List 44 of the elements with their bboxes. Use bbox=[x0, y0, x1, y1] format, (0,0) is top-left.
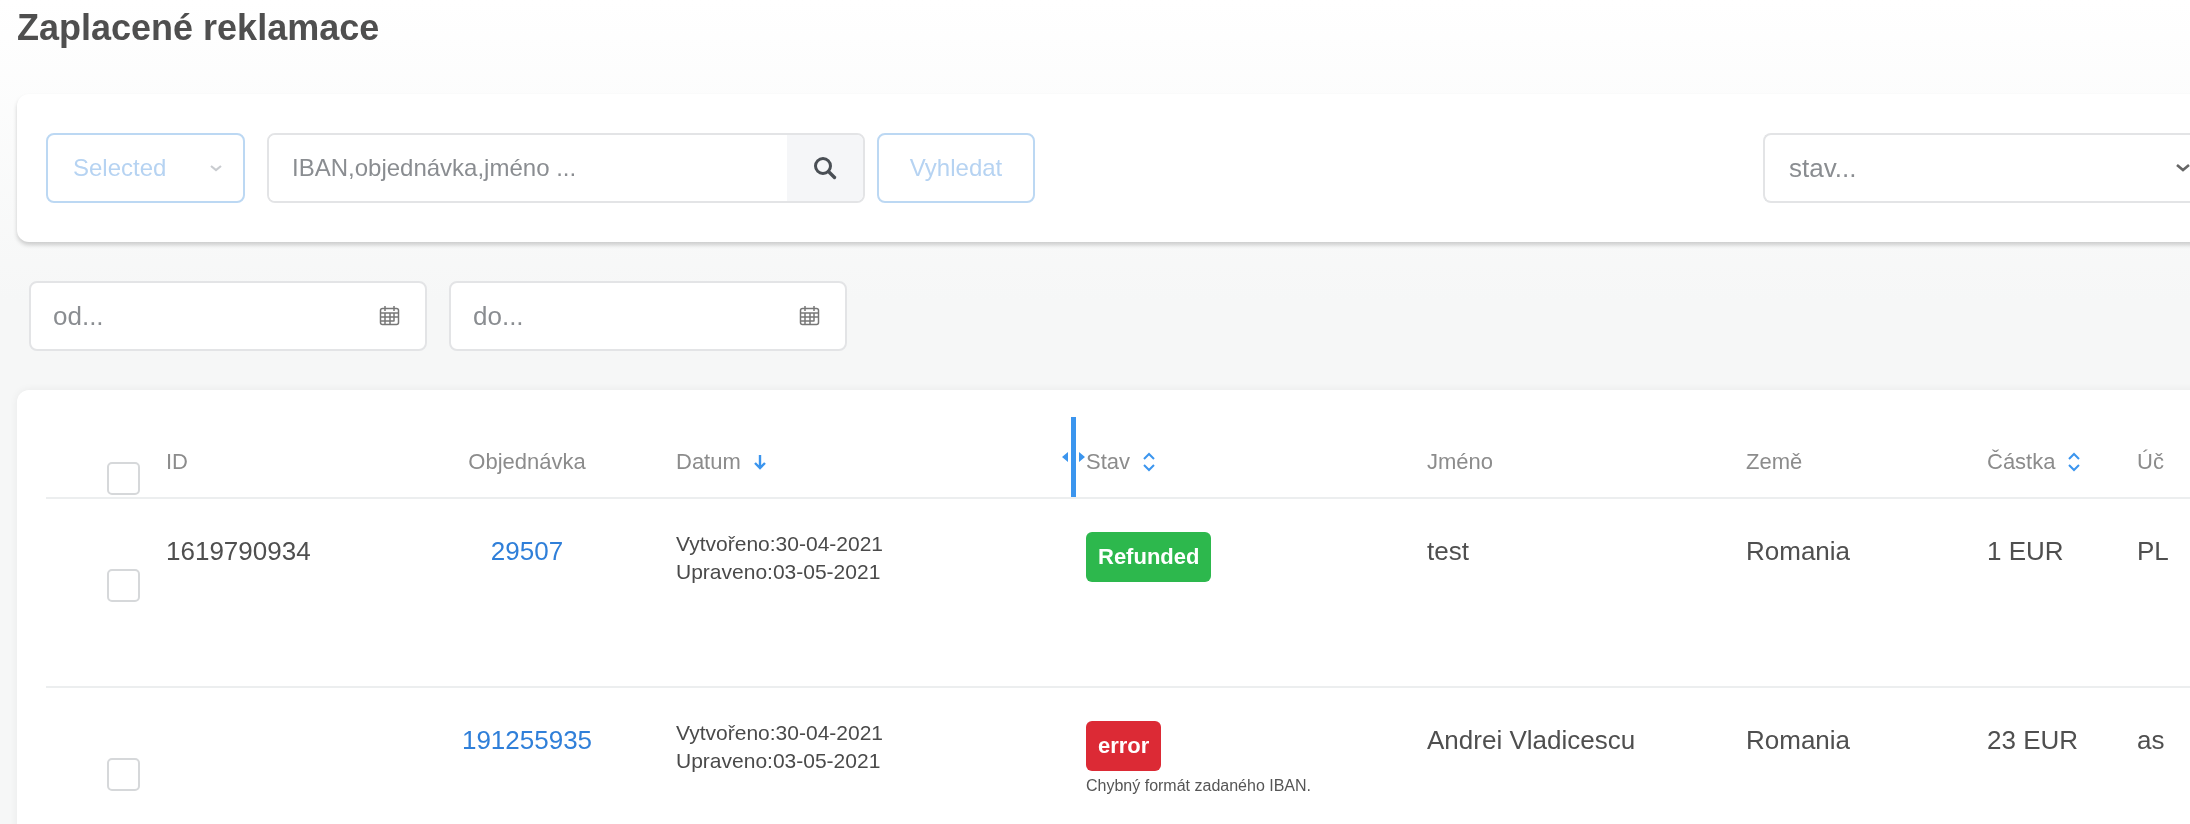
table-cell: PL bbox=[2137, 536, 2169, 567]
calendar-icon bbox=[799, 305, 821, 327]
chevron-down-icon bbox=[2175, 163, 2190, 173]
column-header[interactable]: Úč bbox=[2137, 449, 2164, 475]
order-link[interactable]: 29507 bbox=[490, 536, 564, 567]
column-header[interactable]: Stav bbox=[1086, 449, 1131, 475]
sort-up-down-icon[interactable] bbox=[1142, 451, 1157, 473]
updated-date: Upraveno:03-05-2021 bbox=[676, 749, 882, 773]
amount-cell: 23 EUR bbox=[1987, 725, 2079, 756]
column-header[interactable]: Jméno bbox=[1427, 449, 1494, 475]
id-cell: 1619790934 bbox=[166, 536, 311, 567]
column-header[interactable]: Částka bbox=[1987, 449, 2056, 475]
column-header[interactable]: Objednávka bbox=[468, 449, 586, 475]
date-field[interactable]: do... bbox=[449, 281, 847, 351]
created-date: Vytvořeno:30-04-2021 bbox=[676, 721, 885, 745]
status-dropdown[interactable]: stav... bbox=[1763, 133, 2190, 203]
table-cell: as bbox=[2137, 725, 2165, 756]
name-cell: Andrei Vladicescu bbox=[1427, 725, 1636, 756]
select-all-checkbox[interactable] bbox=[107, 462, 140, 495]
column-header[interactable]: Země bbox=[1746, 449, 1803, 475]
column-header[interactable]: ID bbox=[166, 449, 188, 475]
search-button[interactable] bbox=[787, 135, 863, 201]
calendar-icon bbox=[379, 305, 401, 327]
amount-cell: 1 EUR bbox=[1987, 536, 2064, 567]
error-message: Chybný formát zadaného IBAN. bbox=[1086, 777, 1311, 795]
date-field[interactable]: od... bbox=[29, 281, 427, 351]
country-cell: Romania bbox=[1746, 536, 1851, 567]
country-cell: Romania bbox=[1746, 725, 1851, 756]
name-cell: test bbox=[1427, 536, 1469, 567]
sort-up-down-icon[interactable] bbox=[2067, 451, 2082, 473]
chevron-down-icon bbox=[209, 163, 223, 173]
row-checkbox[interactable] bbox=[107, 758, 140, 791]
sort-arrow-down-icon[interactable] bbox=[752, 453, 767, 471]
order-link[interactable]: 191255935 bbox=[461, 725, 593, 756]
search-field[interactable]: IBAN,objednávka,jméno ... bbox=[267, 133, 865, 203]
page-title: Zaplacené reklamace bbox=[17, 6, 381, 50]
status-badge: error bbox=[1086, 721, 1162, 771]
search-icon bbox=[812, 155, 838, 181]
row-checkbox[interactable] bbox=[107, 569, 140, 602]
column-header[interactable]: Datum bbox=[676, 449, 741, 475]
created-date: Vytvořeno:30-04-2021 bbox=[676, 532, 885, 556]
status-badge: Refunded bbox=[1086, 532, 1212, 582]
column-resize-handle[interactable] bbox=[1060, 417, 1086, 497]
updated-date: Upraveno:03-05-2021 bbox=[676, 560, 882, 584]
